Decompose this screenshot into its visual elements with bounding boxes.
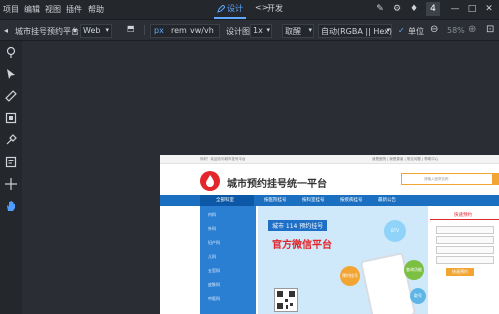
unit-vw-vh[interactable]: vw/vh xyxy=(190,26,214,35)
device-select[interactable]: Web ▾ xyxy=(80,24,112,38)
preview-nav-item[interactable]: 全部科室 xyxy=(216,197,234,203)
chevron-down-icon: ▾ xyxy=(266,26,270,34)
chevron-down-icon: ▾ xyxy=(105,26,109,34)
tab-design-label: 设计 xyxy=(227,4,243,13)
preview-bubble: 取号 xyxy=(410,288,426,304)
preview-select-field[interactable] xyxy=(436,236,494,244)
preview-nav-item[interactable]: 按疾病挂号 xyxy=(340,197,363,203)
preview-department-item[interactable]: 内科 xyxy=(208,212,216,218)
menu-project[interactable]: 项目 xyxy=(3,4,19,15)
chevron-down-icon: ▾ xyxy=(386,26,390,34)
notification-icon[interactable]: ♦ xyxy=(407,2,421,16)
preview-top-links: 我是医院 | 我是患者 | 常见问题 | 帮助中心 xyxy=(372,157,439,161)
preview-topbar: 你好！欢迎访问城市挂号平台 我是医院 | 我是患者 | 常见问题 | 帮助中心 xyxy=(160,155,499,164)
menu-plugins[interactable]: 插件 xyxy=(66,4,82,15)
fit-screen-icon[interactable]: ⊡ xyxy=(486,24,494,35)
preview-nav-item[interactable]: 按科室挂号 xyxy=(302,197,325,203)
chevron-down-icon: ▾ xyxy=(308,26,312,34)
preview-logo-icon xyxy=(200,171,220,191)
preview-quick-booking-button[interactable]: 快速预约 xyxy=(446,268,474,276)
zoom-out-icon[interactable]: ⊖ xyxy=(430,24,438,35)
maximize-icon[interactable]: □ xyxy=(465,2,479,16)
unit-switcher[interactable]: px rem vw/vh xyxy=(150,24,220,38)
toolbar: ◂ 城市挂号预约平台 ▾ Web ▾ ⬒ px rem vw/vh 设计图 1x… xyxy=(0,20,499,41)
preview-site-title: 城市预约挂号统一平台 xyxy=(227,179,327,190)
close-icon[interactable]: ✕ xyxy=(482,2,496,16)
checkmark-icon[interactable]: ✓ xyxy=(398,26,405,35)
preview-search-input[interactable]: 请输入医院名称 xyxy=(401,173,495,185)
preview-quick-booking-title: 快速预约 xyxy=(454,213,472,218)
preview-department-item[interactable]: 外科 xyxy=(208,226,216,232)
ruler-icon[interactable] xyxy=(5,90,17,102)
pen-icon xyxy=(217,5,225,13)
preview-department-item[interactable]: 中医科 xyxy=(208,296,220,302)
preview-search-button[interactable] xyxy=(492,173,499,185)
unit-checkbox-label[interactable]: 单位 xyxy=(408,26,424,37)
zoom-in-icon[interactable]: ⊕ xyxy=(468,24,476,35)
color-pick-select[interactable]: 取醒 ▾ xyxy=(282,24,314,38)
preview-department-item[interactable]: 儿科 xyxy=(208,254,216,260)
preview-banner-title: 官方微信平台 xyxy=(272,240,332,251)
menubar: 项目 编辑 视图 插件 帮助 设计 <> 开发 ✎ ⚙ ♦ 4 — □ ✕ xyxy=(0,0,499,20)
website-preview[interactable]: 你好！欢迎访问城市挂号平台 我是医院 | 我是患者 | 常见问题 | 帮助中心 … xyxy=(160,155,499,314)
unit-px[interactable]: px xyxy=(154,26,164,35)
preview-search-placeholder: 请输入医院名称 xyxy=(424,177,449,181)
pointer-icon[interactable] xyxy=(5,68,17,80)
color-pick-value: 取醒 xyxy=(285,27,301,36)
preview-select-field[interactable] xyxy=(436,256,494,264)
zoom-level: 58% xyxy=(447,26,465,35)
preview-quick-booking: 快速预约 快速预约 xyxy=(430,206,499,314)
preview-welcome: 你好！欢迎访问城市挂号平台 xyxy=(200,157,246,161)
design-scale-label: 设计图 xyxy=(226,27,250,36)
crosshair-icon[interactable] xyxy=(5,178,17,190)
back-icon[interactable]: ◂ xyxy=(4,26,8,35)
export-icon[interactable]: ⬒ xyxy=(127,24,135,33)
preview-banner-tag: 城市 114 预约挂号 xyxy=(268,220,328,231)
preview-department-item[interactable]: 五官科 xyxy=(208,268,220,274)
tab-develop[interactable]: <> 开发 xyxy=(253,0,287,19)
active-tab-indicator xyxy=(214,17,246,19)
unit-rem[interactable]: rem xyxy=(171,26,187,35)
scale-value: 1x xyxy=(253,26,263,35)
page-dropdown-icon[interactable]: ▾ xyxy=(73,26,77,35)
menu-edit[interactable]: 编辑 xyxy=(24,4,40,15)
note-icon[interactable] xyxy=(5,156,17,168)
page-title[interactable]: 城市挂号预约平台 xyxy=(15,26,79,37)
color-format-select[interactable]: 自动(RGBA || Hex) ▾ xyxy=(318,24,392,38)
tool-sidebar xyxy=(0,41,23,314)
preview-nav-item[interactable]: 最新公告 xyxy=(378,197,396,203)
preview-department-list: 内科 外科 妇产科 儿科 五官科 皮肤科 中医科 xyxy=(200,206,256,314)
menu-view[interactable]: 视图 xyxy=(45,4,61,15)
divider xyxy=(144,25,145,35)
eyedropper-icon[interactable] xyxy=(5,134,17,146)
settings-icon[interactable]: ⚙ xyxy=(390,2,404,16)
preview-bubble: 查询功能 xyxy=(404,260,424,280)
count-badge[interactable]: 4 xyxy=(426,2,440,16)
preview-nav-item[interactable]: 按医院挂号 xyxy=(264,197,287,203)
preview-department-item[interactable]: 皮肤科 xyxy=(208,282,220,288)
device-value: Web xyxy=(83,26,101,35)
location-pin-icon[interactable] xyxy=(5,46,17,58)
preview-quick-booking-header: 快速预约 xyxy=(430,210,499,220)
brush-icon[interactable]: ✎ xyxy=(373,2,387,16)
menu-help[interactable]: 帮助 xyxy=(88,4,104,15)
preview-department-item[interactable]: 妇产科 xyxy=(208,240,220,246)
preview-bubble: BTV xyxy=(384,220,406,242)
scale-select[interactable]: 1x ▾ xyxy=(250,24,272,38)
preview-select-field[interactable] xyxy=(436,246,494,254)
preview-bubble: 预约挂号 xyxy=(340,266,360,286)
color-format-value: 自动(RGBA || Hex) xyxy=(321,27,392,36)
minimize-icon[interactable]: — xyxy=(448,2,462,16)
qr-code-icon xyxy=(274,288,298,312)
rectangle-select-icon[interactable] xyxy=(5,112,17,124)
tab-develop-label: 开发 xyxy=(267,4,283,13)
preview-select-field[interactable] xyxy=(436,226,494,234)
hand-icon[interactable] xyxy=(5,200,17,212)
preview-banner[interactable]: 城市 114 预约挂号 官方微信平台 预约挂号 查询功能 取号 BTV xyxy=(258,206,428,314)
